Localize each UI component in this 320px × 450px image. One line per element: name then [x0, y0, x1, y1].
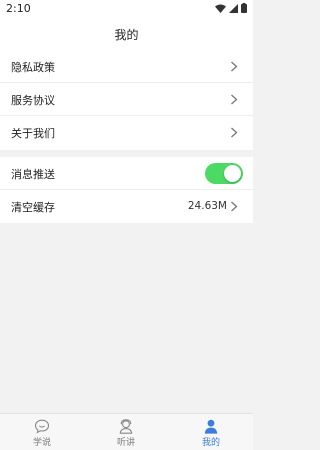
page-title: 我的 — [114, 28, 139, 42]
chevron-right-icon — [231, 61, 238, 72]
toggle-knob — [224, 165, 241, 182]
clear-cache-row[interactable]: 清空缓存 24.63M — [0, 190, 253, 223]
tab-tingjiang[interactable]: 听讲 — [84, 417, 168, 449]
privacy-policy-label: 隐私政策 — [11, 61, 55, 74]
tab-label: 我的 — [201, 438, 220, 448]
person-icon — [204, 419, 218, 434]
clear-cache-label: 清空缓存 — [11, 201, 55, 214]
settings-group-links: 隐私政策 服务协议 关于我们 — [0, 50, 253, 150]
tab-xueshuo[interactable]: 学说 — [0, 417, 84, 449]
battery-icon — [241, 3, 247, 13]
chevron-right-icon — [231, 201, 238, 212]
push-notification-row: 消息推送 — [0, 157, 253, 190]
push-notification-toggle[interactable] — [205, 163, 243, 184]
tab-label: 学说 — [32, 438, 51, 448]
service-agreement-label: 服务协议 — [11, 94, 55, 107]
tab-label: 听讲 — [116, 438, 135, 448]
status-bar: 2:10 — [0, 0, 253, 18]
cache-size-value: 24.63M — [187, 200, 227, 212]
tab-wode[interactable]: 我的 — [169, 417, 253, 449]
signal-icon — [229, 3, 238, 13]
chat-bubble-icon — [34, 419, 50, 434]
service-agreement-row[interactable]: 服务协议 — [0, 83, 253, 116]
bottom-tab-bar: 学说 听讲 我的 — [0, 413, 253, 450]
chevron-right-icon — [231, 127, 238, 138]
wifi-icon — [215, 4, 226, 13]
header: 我的 — [0, 18, 253, 50]
listener-icon — [119, 419, 133, 434]
chevron-right-icon — [231, 94, 238, 105]
settings-group-options: 消息推送 清空缓存 24.63M — [0, 157, 253, 223]
push-notification-label: 消息推送 — [11, 168, 55, 181]
privacy-policy-row[interactable]: 隐私政策 — [0, 50, 253, 83]
status-time: 2:10 — [6, 2, 31, 15]
status-icons — [215, 3, 247, 13]
about-us-label: 关于我们 — [11, 127, 55, 140]
about-us-row[interactable]: 关于我们 — [0, 116, 253, 149]
